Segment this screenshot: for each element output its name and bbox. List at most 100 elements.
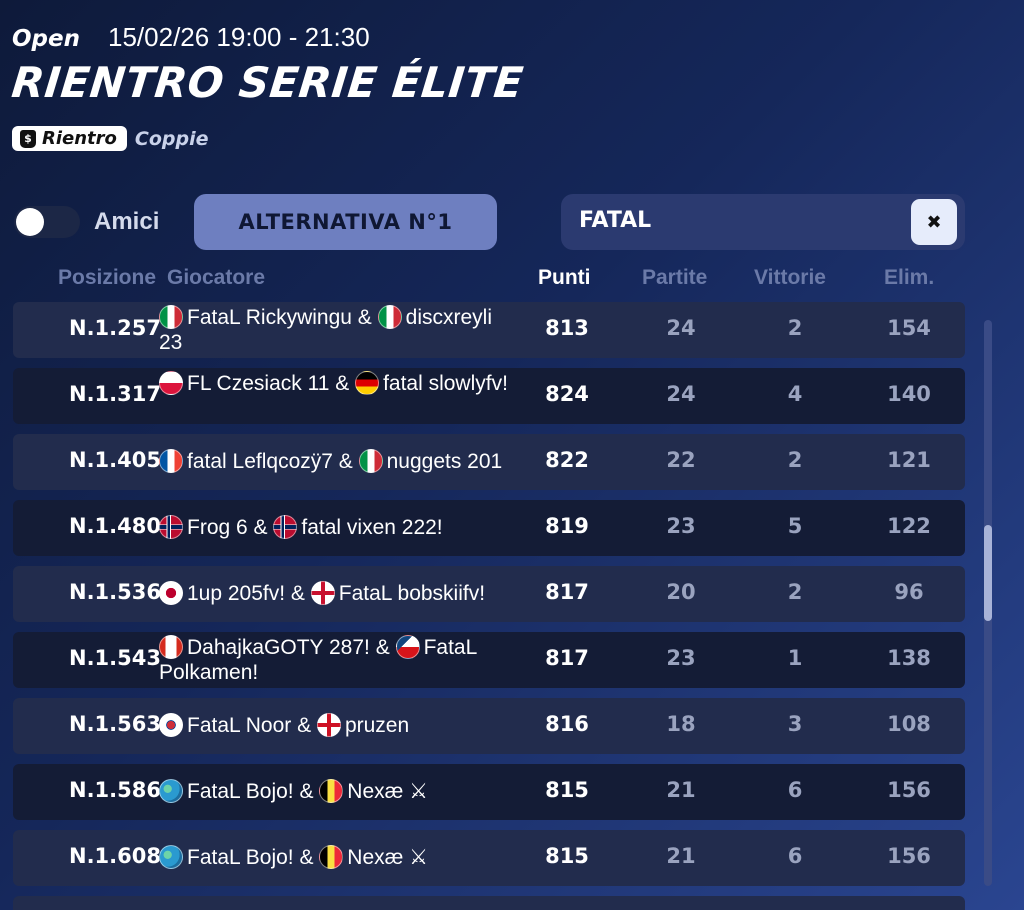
row-players: DahajkaGOTY 287! & FataL Polkamen! xyxy=(159,635,519,685)
close-icon: ✖ xyxy=(926,211,942,233)
alternative-button[interactable]: ALTERNATIVA N°1 xyxy=(194,194,497,250)
row-position: N.1.480 xyxy=(69,514,161,538)
row-wins: 2 xyxy=(787,580,803,604)
flag-japan-icon xyxy=(159,581,183,605)
money-bag-icon: $ xyxy=(20,129,36,148)
flag-uk-icon xyxy=(310,581,335,605)
row-points: 817 xyxy=(545,580,589,604)
flag-korea-icon xyxy=(159,713,183,737)
row-wins: 6 xyxy=(787,778,803,802)
row-elims: 140 xyxy=(887,382,931,406)
mode-label: Open xyxy=(12,26,80,52)
leaderboard-row[interactable]: N.1.257 FataL Rickywingu & discxreyli 23… xyxy=(13,302,965,358)
row-position: N.1.317 xyxy=(69,382,161,406)
row-position: N.1.543 xyxy=(69,646,161,670)
row-players: FataL Noor & pruzen xyxy=(159,713,519,738)
row-position: N.1.257 xyxy=(69,316,161,340)
column-header-elims[interactable]: Elim. xyxy=(884,266,934,290)
row-wins: 2 xyxy=(787,448,803,472)
row-wins: 6 xyxy=(787,844,803,868)
column-header-points[interactable]: Punti xyxy=(538,266,591,290)
row-points: 815 xyxy=(545,844,589,868)
row-wins: 2 xyxy=(787,316,803,340)
row-position: N.1.608 xyxy=(69,844,161,868)
player-pair-first: FataL Rickywingu & xyxy=(187,306,378,329)
row-matches: 20 xyxy=(666,580,696,604)
rientro-tag: $ Rientro xyxy=(12,126,127,151)
row-players: FataL Bojo! & Nexæ ⚔ xyxy=(159,779,519,804)
row-matches: 24 xyxy=(666,382,696,406)
leaderboard-row[interactable]: N.1.608 FataL Bojo! & Nexæ ⚔ 815 21 6 15… xyxy=(13,830,965,886)
row-points: 813 xyxy=(545,316,589,340)
tags-row: $ Rientro Coppie xyxy=(12,126,209,151)
row-players: FataL Bojo! & Nexæ ⚔ xyxy=(159,845,519,870)
row-position: N.1.536 xyxy=(69,580,161,604)
leaderboard-row[interactable]: N.1.586 FataL Bojo! & Nexæ ⚔ 815 21 6 15… xyxy=(13,764,965,820)
row-matches: 23 xyxy=(666,646,696,670)
page-title: RIENTRO SERIE ÉLITE xyxy=(9,58,526,107)
row-elims: 156 xyxy=(887,844,931,868)
player-pair-second: nuggets 201 xyxy=(386,450,503,473)
row-elims: 122 xyxy=(887,514,931,538)
column-header-position[interactable]: Posizione xyxy=(58,266,156,290)
player-pair-second: Nexæ ⚔ xyxy=(347,780,428,803)
flag-globe-icon xyxy=(159,779,183,803)
column-header-matches[interactable]: Partite xyxy=(642,266,707,290)
header-line: Open 15/02/26 19:00 - 21:30 xyxy=(12,22,370,53)
row-position: N.1.563 xyxy=(69,712,161,736)
row-points: 824 xyxy=(545,382,589,406)
flag-norway-icon xyxy=(273,515,298,539)
row-players: Frog 6 & fatal vixen 222! xyxy=(159,515,519,540)
player-pair-second: Nexæ ⚔ xyxy=(347,846,428,869)
leaderboard-row[interactable]: N.1.563 FataL Noor & pruzen 816 18 3 108 xyxy=(13,698,965,754)
clear-search-button[interactable]: ✖ xyxy=(911,199,957,245)
flag-norway-icon xyxy=(159,515,183,539)
row-matches: 23 xyxy=(666,514,696,538)
flag-italy-icon xyxy=(159,305,183,329)
column-header-wins[interactable]: Vittorie xyxy=(754,266,826,290)
flag-england-icon xyxy=(316,713,341,737)
search-box[interactable]: FATAL ✖ xyxy=(561,194,965,250)
row-matches: 21 xyxy=(666,778,696,802)
row-wins: 1 xyxy=(787,646,803,670)
row-players: FL Czesiack 11 & fatal slowlyfv! xyxy=(159,371,519,396)
player-pair-first: fatal Leflqcozÿ7 & xyxy=(187,450,359,473)
leaderboard-row[interactable]: N.1.543 DahajkaGOTY 287! & FataL Polkame… xyxy=(13,632,965,688)
row-elims: 138 xyxy=(887,646,931,670)
player-pair-second: pruzen xyxy=(344,714,410,737)
flag-czech-icon xyxy=(395,635,420,659)
row-wins: 3 xyxy=(787,712,803,736)
leaderboard-row[interactable]: N.1.405 fatal Leflqcozÿ7 & nuggets 201 8… xyxy=(13,434,965,490)
rientro-tag-label: Rientro xyxy=(42,128,117,149)
partial-row xyxy=(13,896,965,910)
team-type-label: Coppie xyxy=(134,127,209,150)
flag-belgium-icon xyxy=(319,779,344,803)
leaderboard-row[interactable]: N.1.317 FL Czesiack 11 & fatal slowlyfv!… xyxy=(13,368,965,424)
friends-label: Amici xyxy=(94,208,160,235)
search-input[interactable]: FATAL xyxy=(579,208,651,233)
row-wins: 4 xyxy=(787,382,803,406)
leaderboard-row[interactable]: N.1.536 1up 205fv! & FataL bobskiifv! 81… xyxy=(13,566,965,622)
player-pair-first: Frog 6 & xyxy=(187,516,274,539)
flag-globe-icon xyxy=(159,845,183,869)
player-pair-first: FataL Bojo! & xyxy=(187,846,320,869)
row-elims: 96 xyxy=(894,580,924,604)
row-points: 817 xyxy=(545,646,589,670)
row-matches: 22 xyxy=(666,448,696,472)
row-matches: 18 xyxy=(666,712,696,736)
row-players: FataL Rickywingu & discxreyli 23 xyxy=(159,305,519,355)
row-wins: 5 xyxy=(787,514,803,538)
player-pair-first: DahajkaGOTY 287! & xyxy=(187,636,396,659)
flag-poland-icon xyxy=(159,371,183,395)
row-position: N.1.586 xyxy=(69,778,161,802)
row-elims: 121 xyxy=(887,448,931,472)
leaderboard-row[interactable]: N.1.480 Frog 6 & fatal vixen 222! 819 23… xyxy=(13,500,965,556)
column-header-player[interactable]: Giocatore xyxy=(167,266,265,290)
row-elims: 154 xyxy=(887,316,931,340)
flag-france-icon xyxy=(159,449,183,473)
scrollbar-track[interactable] xyxy=(984,320,992,886)
row-points: 815 xyxy=(545,778,589,802)
row-players: fatal Leflqcozÿ7 & nuggets 201 xyxy=(159,449,519,474)
friends-toggle[interactable] xyxy=(14,206,80,238)
scrollbar-thumb[interactable] xyxy=(984,525,992,621)
